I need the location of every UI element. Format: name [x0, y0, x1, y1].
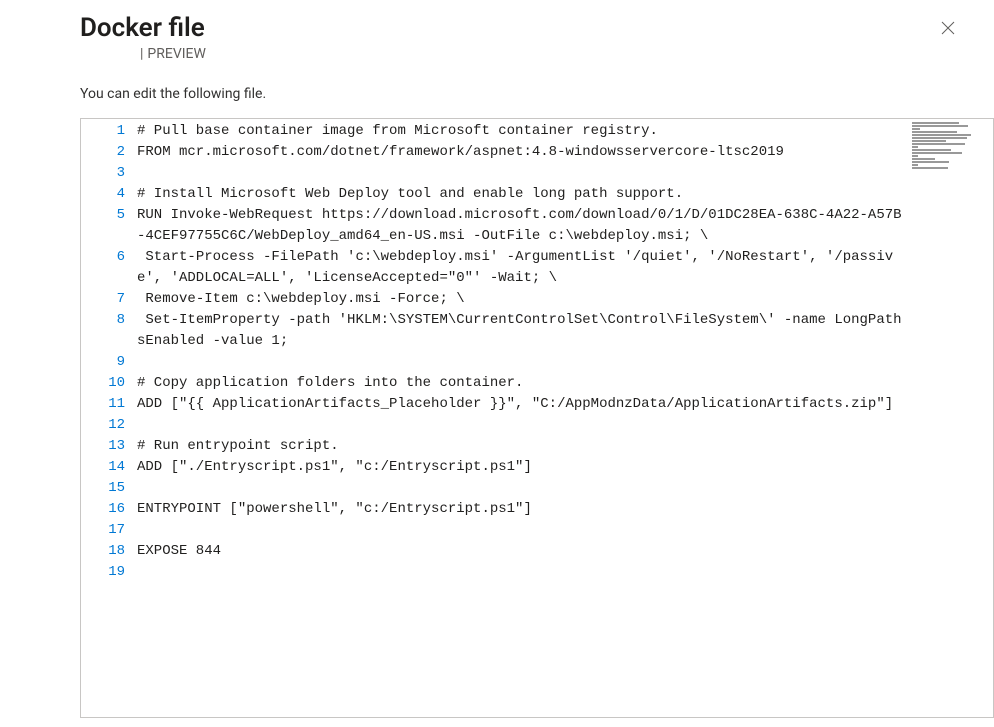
line-number: 8 — [81, 310, 125, 331]
title-block: Docker file |PREVIEW — [80, 12, 932, 62]
close-icon — [941, 21, 955, 35]
close-button[interactable] — [932, 12, 964, 44]
code-line[interactable]: RUN Invoke-WebRequest https://download.m… — [137, 205, 903, 247]
line-number: 7 — [81, 289, 125, 310]
code-line[interactable] — [137, 478, 903, 499]
code-line[interactable]: EXPOSE 844 — [137, 541, 903, 562]
code-line[interactable]: # Copy application folders into the cont… — [137, 373, 903, 394]
preview-badge: |PREVIEW — [80, 46, 932, 62]
line-number: 13 — [81, 436, 125, 457]
code-editor[interactable]: 12345.6.78.910111213141516171819 # Pull … — [80, 118, 994, 718]
line-number-gutter: 12345.6.78.910111213141516171819 — [81, 119, 137, 717]
line-number: 15 — [81, 478, 125, 499]
code-line[interactable] — [137, 415, 903, 436]
line-number: 17 — [81, 520, 125, 541]
line-number: 14 — [81, 457, 125, 478]
code-line[interactable]: Remove-Item c:\webdeploy.msi -Force; \ — [137, 289, 903, 310]
panel-header: Docker file |PREVIEW — [80, 0, 994, 62]
code-content[interactable]: # Pull base container image from Microso… — [137, 119, 993, 717]
code-line[interactable]: ADD ["./Entryscript.ps1", "c:/Entryscrip… — [137, 457, 903, 478]
code-line[interactable] — [137, 562, 903, 583]
panel-container: Docker file |PREVIEW You can edit the fo… — [80, 0, 994, 727]
code-line[interactable] — [137, 163, 903, 184]
preview-label: PREVIEW — [147, 46, 206, 62]
code-line[interactable]: # Install Microsoft Web Deploy tool and … — [137, 184, 903, 205]
line-number: 5 — [81, 205, 125, 226]
code-line[interactable] — [137, 352, 903, 373]
code-line[interactable]: # Run entrypoint script. — [137, 436, 903, 457]
code-line[interactable]: ENTRYPOINT ["powershell", "c:/Entryscrip… — [137, 499, 903, 520]
line-number: 1 — [81, 121, 125, 142]
panel-title: Docker file — [80, 12, 932, 44]
code-line[interactable]: FROM mcr.microsoft.com/dotnet/framework/… — [137, 142, 903, 163]
line-number: 3 — [81, 163, 125, 184]
line-number: 12 — [81, 415, 125, 436]
code-line[interactable]: ADD ["{{ ApplicationArtifacts_Placeholde… — [137, 394, 903, 415]
line-number: 6 — [81, 247, 125, 268]
code-line[interactable]: Start-Process -FilePath 'c:\webdeploy.ms… — [137, 247, 903, 289]
line-number: 9 — [81, 352, 125, 373]
code-line[interactable]: # Pull base container image from Microso… — [137, 121, 903, 142]
line-number: 4 — [81, 184, 125, 205]
code-line[interactable] — [137, 520, 903, 541]
code-line[interactable]: Set-ItemProperty -path 'HKLM:\SYSTEM\Cur… — [137, 310, 903, 352]
line-number: 2 — [81, 142, 125, 163]
line-number: 19 — [81, 562, 125, 583]
line-number: 10 — [81, 373, 125, 394]
instruction-text: You can edit the following file. — [80, 86, 994, 102]
line-number: 11 — [81, 394, 125, 415]
separator: | — [140, 46, 143, 62]
line-number: 18 — [81, 541, 125, 562]
line-number: 16 — [81, 499, 125, 520]
